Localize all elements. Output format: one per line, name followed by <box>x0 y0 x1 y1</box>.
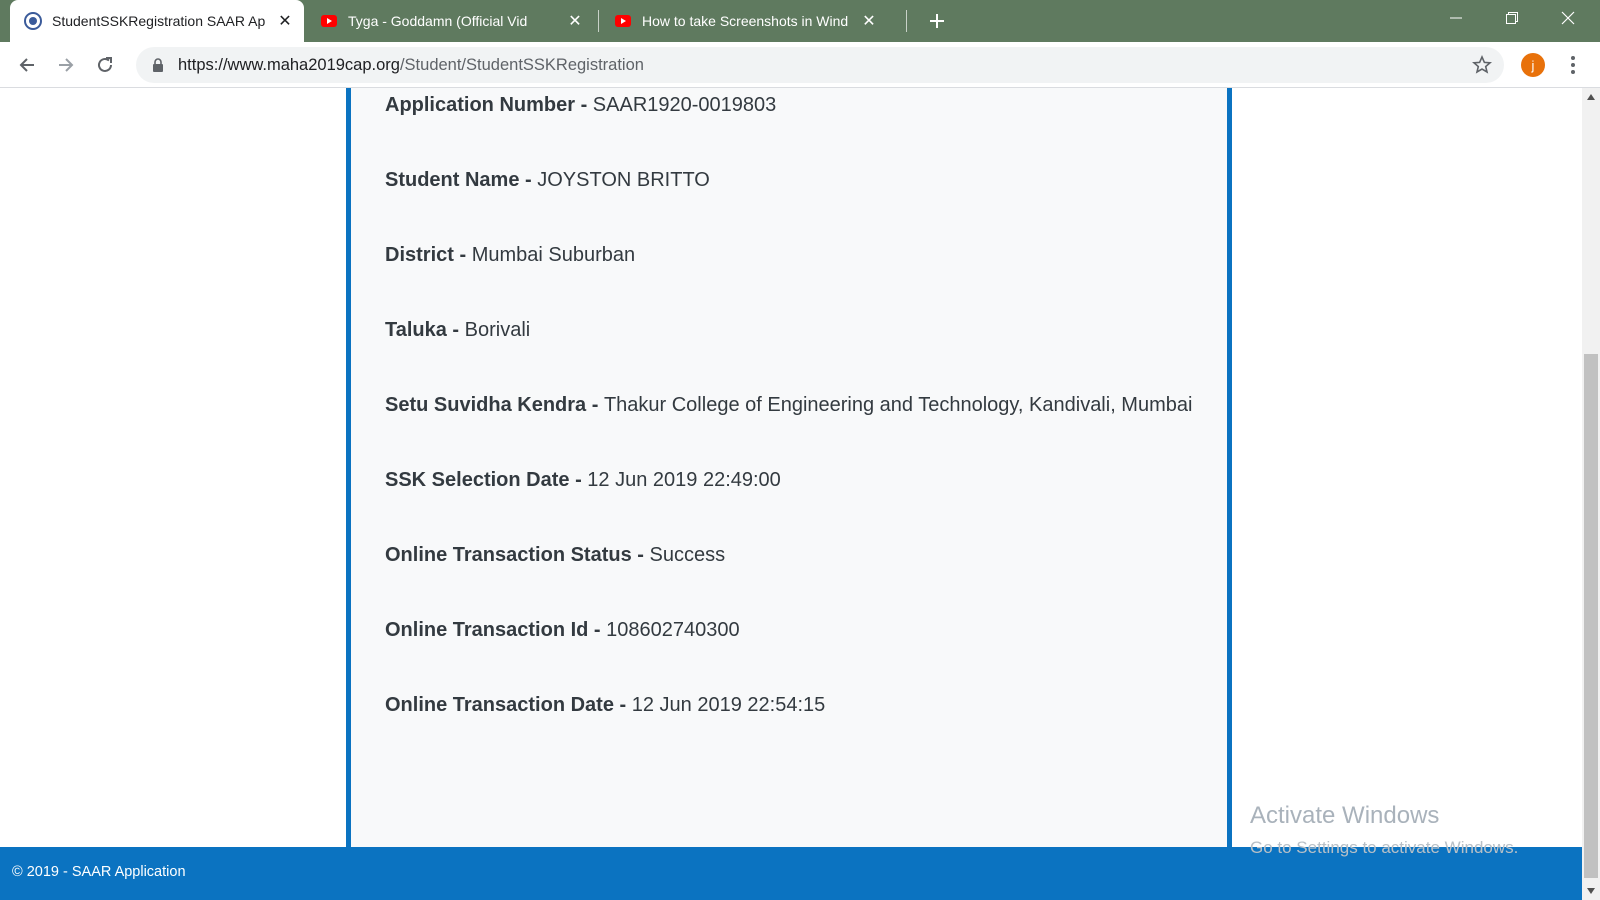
close-icon[interactable]: ✕ <box>276 12 294 30</box>
close-icon[interactable]: ✕ <box>860 12 878 30</box>
scroll-down-button[interactable] <box>1582 882 1600 900</box>
detail-separator: - <box>519 169 538 191</box>
detail-separator: - <box>588 619 607 641</box>
tab-strip: StudentSSKRegistration SAAR Ap ✕ Tyga - … <box>0 0 1600 42</box>
url-text[interactable]: https://www.maha2019cap.org/Student/Stud… <box>178 56 644 75</box>
activate-windows-subtitle: Go to Settings to activate Windows. <box>1250 838 1519 857</box>
detail-label: District <box>385 244 454 266</box>
scroll-up-button[interactable] <box>1582 88 1600 106</box>
browser-toolbar: https://www.maha2019cap.org/Student/Stud… <box>0 42 1600 88</box>
close-window-icon <box>1561 11 1575 25</box>
back-arrow-icon <box>19 58 34 72</box>
detail-label: Setu Suvidha Kendra <box>385 394 587 416</box>
lock-icon <box>153 58 163 72</box>
tab-divider <box>598 10 599 32</box>
detail-separator: - <box>613 694 632 716</box>
detail-online-transaction-date: Online Transaction Date - 12 Jun 2019 22… <box>385 694 825 717</box>
detail-taluka: Taluka - Borivali <box>385 319 530 342</box>
detail-value: 108602740300 <box>606 619 740 641</box>
detail-value: Mumbai Suburban <box>471 244 636 266</box>
detail-setu-suvidha-kendra: Setu Suvidha Kendra - Thakur College of … <box>385 394 1192 417</box>
footer-copyright: © 2019 - SAAR Application <box>12 864 186 880</box>
detail-online-transaction-status: Online Transaction Status - Success <box>385 544 725 567</box>
address-bar[interactable]: https://www.maha2019cap.org/Student/Stud… <box>136 47 1504 83</box>
tab-screenshots[interactable]: How to take Screenshots in Wind ✕ <box>600 0 888 42</box>
detail-label: Online Transaction Date <box>385 694 614 716</box>
detail-separator: - <box>569 469 588 491</box>
browser-menu-button[interactable] <box>1564 53 1582 77</box>
tab-title: How to take Screenshots in Wind <box>642 13 849 29</box>
scroll-down-arrow-icon <box>1587 888 1595 894</box>
minimize-icon <box>1450 17 1462 19</box>
close-icon[interactable]: ✕ <box>566 12 584 30</box>
url-host: https://www.maha2019cap.org <box>178 56 400 74</box>
minimize-button[interactable] <box>1428 0 1484 36</box>
detail-label: Application Number <box>385 94 576 116</box>
reload-button[interactable] <box>91 51 119 79</box>
detail-separator: - <box>453 244 472 266</box>
detail-label: Online Transaction Id <box>385 619 589 641</box>
detail-separator: - <box>446 319 465 341</box>
detail-application-number: Application Number - SAAR1920-0019803 <box>385 94 776 117</box>
restore-button[interactable] <box>1484 0 1540 36</box>
forward-button[interactable] <box>52 51 80 79</box>
new-tab-button[interactable] <box>924 8 950 34</box>
detail-label: Online Transaction Status <box>385 544 632 566</box>
page-viewport: Application Number - SAAR1920-0019803 St… <box>0 88 1582 900</box>
url-path: /Student/StudentSSKRegistration <box>399 56 644 74</box>
detail-value: JOYSTON BRITTO <box>537 169 710 191</box>
detail-separator: - <box>575 94 593 116</box>
detail-separator: - <box>586 394 604 416</box>
detail-value: Thakur College of Engineering and Techno… <box>603 394 1193 416</box>
youtube-icon <box>615 15 631 27</box>
vertical-scrollbar[interactable] <box>1582 88 1600 900</box>
detail-value: SAAR1920-0019803 <box>592 94 777 116</box>
scrollbar-thumb[interactable] <box>1584 354 1598 878</box>
detail-ssk-selection-date: SSK Selection Date - 12 Jun 2019 22:49:0… <box>385 469 781 492</box>
detail-label: Student Name <box>385 169 520 191</box>
bookmark-star-icon[interactable] <box>1472 55 1492 75</box>
tab-title: StudentSSKRegistration SAAR Ap <box>52 13 266 29</box>
saar-favicon-icon <box>24 12 42 30</box>
profile-avatar[interactable]: j <box>1521 53 1545 77</box>
detail-value: 12 Jun 2019 22:54:15 <box>631 694 826 716</box>
detail-student-name: Student Name - JOYSTON BRITTO <box>385 169 710 192</box>
detail-value: Borivali <box>464 319 531 341</box>
activate-windows-title: Activate Windows <box>1250 802 1440 829</box>
reload-icon <box>98 57 112 72</box>
youtube-icon <box>321 15 337 27</box>
detail-label: SSK Selection Date <box>385 469 570 491</box>
detail-value: Success <box>649 544 726 566</box>
detail-value: 12 Jun 2019 22:49:00 <box>587 469 781 491</box>
plus-icon <box>930 14 944 28</box>
registration-details-card <box>346 88 1232 900</box>
forward-arrow-icon <box>59 58 74 72</box>
detail-separator: - <box>631 544 650 566</box>
detail-online-transaction-id: Online Transaction Id - 108602740300 <box>385 619 740 642</box>
close-window-button[interactable] <box>1540 0 1596 36</box>
tab-title: Tyga - Goddamn (Official Vid <box>348 13 528 29</box>
tab-divider <box>906 10 907 32</box>
tab-saar[interactable]: StudentSSKRegistration SAAR Ap ✕ <box>10 0 304 42</box>
back-button[interactable] <box>13 51 41 79</box>
restore-icon <box>1506 12 1518 24</box>
detail-district: District - Mumbai Suburban <box>385 244 635 267</box>
scroll-up-arrow-icon <box>1587 94 1595 100</box>
detail-label: Taluka <box>385 319 447 341</box>
tab-tyga[interactable]: Tyga - Goddamn (Official Vid ✕ <box>306 0 594 42</box>
